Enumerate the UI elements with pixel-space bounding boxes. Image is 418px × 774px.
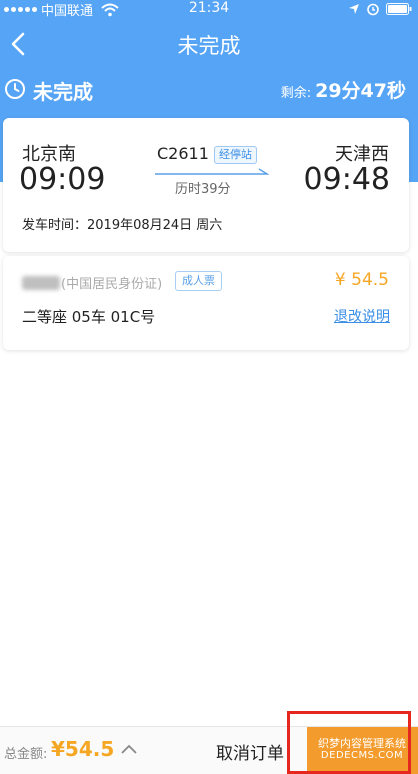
status-icons xyxy=(348,2,412,16)
remaining-countdown: 29分47秒 xyxy=(315,80,406,102)
refund-policy-link[interactable]: 退改说明 xyxy=(334,306,390,326)
remaining-time: 剩余: 29分47秒 xyxy=(281,76,406,103)
cancel-order-button[interactable]: 取消订单 xyxy=(216,739,284,764)
arrival-time: 09:48 xyxy=(303,162,390,197)
total-amount-label: 总金额: xyxy=(4,747,48,762)
remaining-label: 剩余: xyxy=(280,86,312,101)
stops-button[interactable]: 经停站 xyxy=(214,146,257,164)
order-status-row: 未完成 剩余: 29分47秒 xyxy=(0,74,418,108)
ticket-type-badge: 成人票 xyxy=(175,271,222,291)
pay-button[interactable] xyxy=(307,727,418,774)
departure-date: 发车时间：2019年08月24日 周六 xyxy=(22,218,223,233)
battery-icon xyxy=(386,3,412,15)
train-info-card: 北京南 09:09 C2611 经停站 历时39分 天津西 09:48 发车时间… xyxy=(3,118,409,252)
bottom-action-bar: 总金额: ¥54.5 取消订单 xyxy=(0,726,418,774)
clock-icon xyxy=(5,79,25,99)
ticket-price: ¥ 54.5 xyxy=(334,270,389,290)
departure-time: 09:09 xyxy=(19,162,106,197)
navigation-bar: 未完成 xyxy=(0,22,418,66)
alarm-icon xyxy=(367,3,379,16)
chevron-up-icon[interactable] xyxy=(120,742,138,756)
passenger-id-type: (中国居民身份证) xyxy=(61,277,163,292)
train-number: C2611 xyxy=(157,144,209,163)
passenger-card: (中国居民身份证) 成人票 ¥ 54.5 二等座 05车 01C号 退改说明 xyxy=(3,256,409,350)
passenger-name-blurred xyxy=(22,276,60,290)
location-arrow-icon xyxy=(349,4,359,14)
seat-info: 二等座 05车 01C号 xyxy=(22,308,156,326)
order-status-label: 未完成 xyxy=(33,80,93,104)
page-title: 未完成 xyxy=(177,34,241,58)
status-bar: 中国联通 21:34 xyxy=(0,0,418,19)
trip-duration: 历时39分 xyxy=(175,182,231,197)
total-amount-value: ¥54.5 xyxy=(51,737,115,761)
route-arrow-icon xyxy=(155,168,269,175)
